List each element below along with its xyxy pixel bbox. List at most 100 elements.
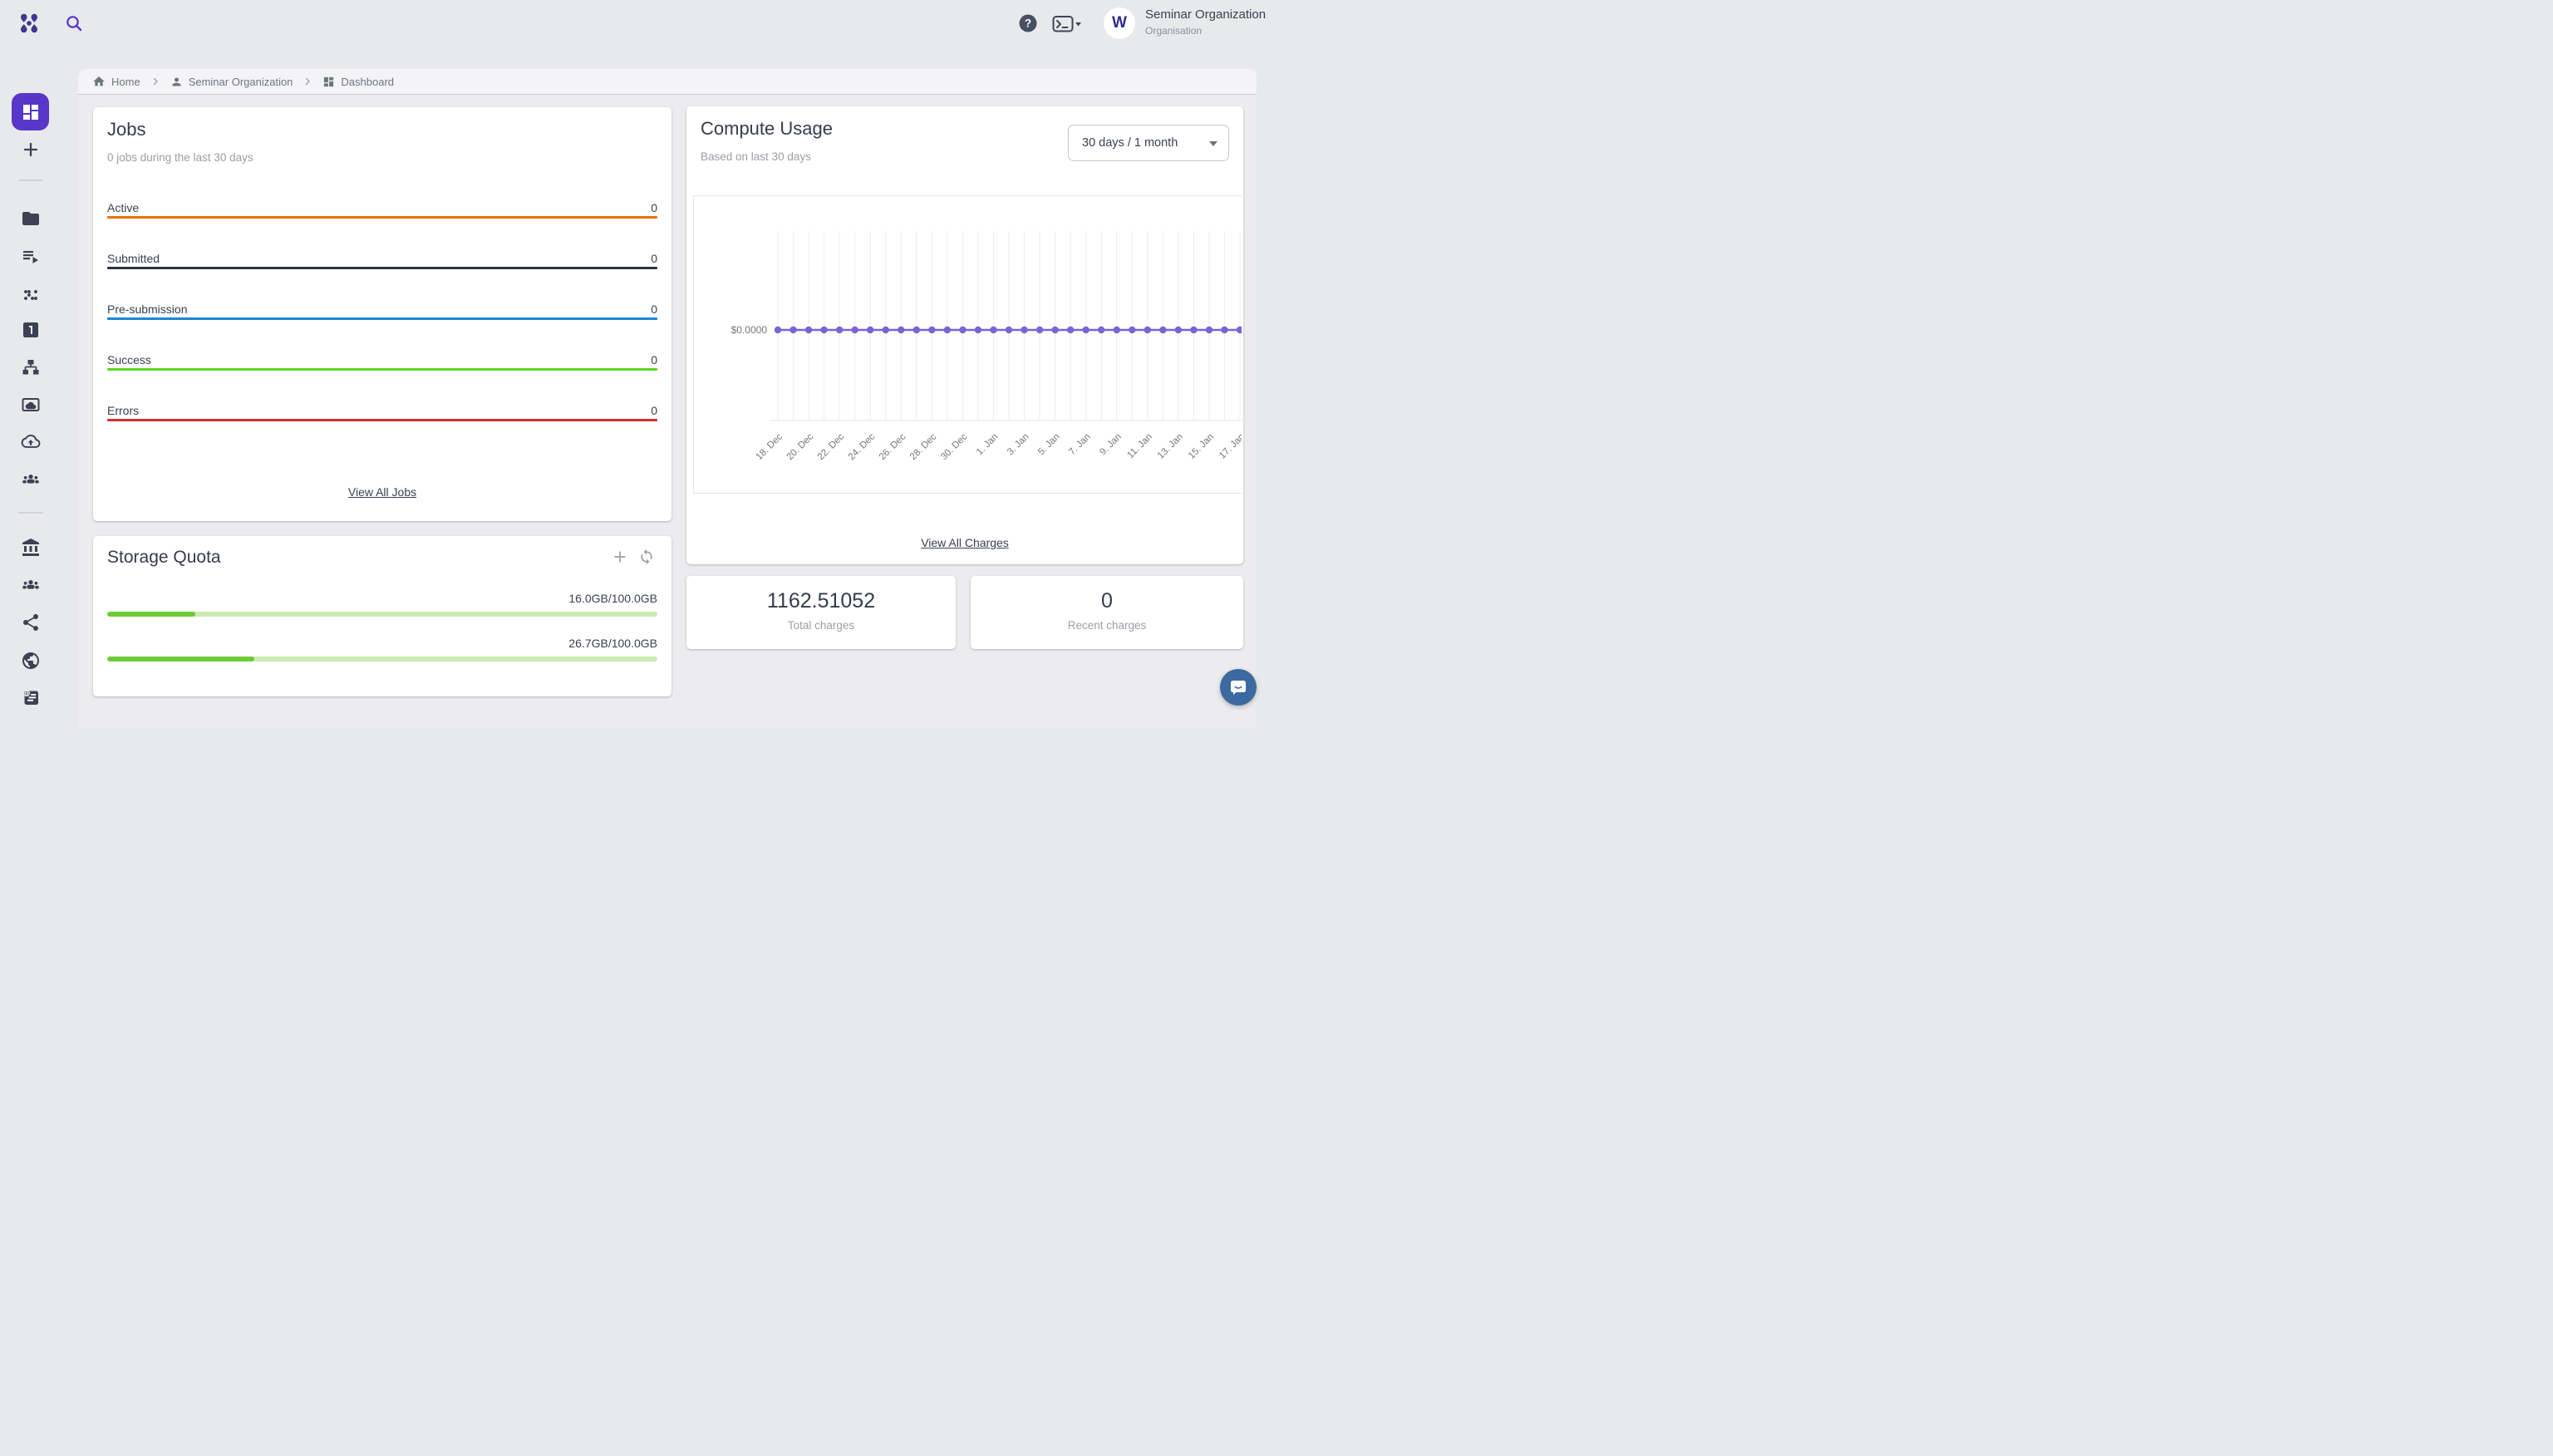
grain-icon — [24, 290, 37, 300]
chevron-right-icon — [303, 76, 312, 86]
recent-charges-value: 0 — [971, 589, 1243, 613]
compute-usage-card: Compute Usage Based on last 30 days 30 d… — [686, 106, 1243, 564]
site-news-icon — [24, 691, 38, 705]
sidebar-item-grain[interactable] — [21, 283, 41, 303]
sidebar-item-members[interactable] — [21, 575, 41, 595]
job-status-bar — [107, 317, 657, 320]
breadcrumb-home[interactable]: Home — [92, 75, 140, 88]
range-selector-dropdown[interactable]: 30 days / 1 month — [1068, 125, 1229, 161]
breadcrumb: Home Seminar Organization Dashboard — [78, 69, 1257, 95]
quota-progress-bar — [107, 612, 657, 617]
avatar[interactable]: W — [1104, 7, 1135, 39]
breadcrumb-dashboard[interactable]: Dashboard — [322, 76, 394, 88]
plus-icon — [25, 144, 37, 155]
chat-icon — [1228, 677, 1248, 697]
help-icon[interactable]: ? — [1018, 13, 1038, 33]
compute-title: Compute Usage — [701, 118, 833, 140]
cloud-upload-icon — [22, 435, 40, 447]
sidebar-item-institution[interactable] — [21, 538, 41, 558]
people-icon — [22, 475, 39, 484]
storage-quota-card: Storage Quota 16.0GB/100.0GB 26.7GB/100.… — [93, 536, 671, 696]
job-label: Errors — [107, 404, 139, 417]
svg-text:3. Jan: 3. Jan — [1006, 432, 1031, 458]
svg-text:24. Dec: 24. Dec — [847, 431, 878, 462]
svg-text:15. Jan: 15. Jan — [1187, 432, 1216, 461]
recent-charges-label: Recent charges — [971, 619, 1243, 632]
sidebar-item-folder[interactable] — [21, 209, 41, 229]
jobs-subtitle: 0 jobs during the last 30 days — [107, 151, 253, 164]
breadcrumb-organization[interactable]: Seminar Organization — [170, 76, 293, 88]
job-status-bar — [107, 216, 657, 219]
total-charges-card: 1162.51052 Total charges — [686, 576, 956, 649]
chevron-down-icon — [1075, 22, 1081, 27]
chat-launcher-button[interactable] — [1220, 669, 1257, 706]
refresh-icon[interactable] — [638, 548, 655, 565]
breadcrumb-label: Seminar Organization — [189, 76, 293, 88]
sidebar-item-dashboard[interactable] — [12, 93, 49, 130]
total-charges-label: Total charges — [686, 619, 956, 632]
compute-subtitle: Based on last 30 days — [701, 150, 811, 163]
job-label: Submitted — [107, 252, 160, 265]
job-value: 0 — [651, 353, 657, 366]
sidebar-item-media[interactable] — [21, 395, 41, 415]
bank-icon — [22, 539, 39, 556]
media-frame-icon — [23, 399, 39, 411]
range-selector-value: 30 days / 1 month — [1082, 136, 1178, 150]
storage-title: Storage Quota — [107, 548, 221, 568]
job-row-active: Active 0 — [107, 201, 657, 219]
org-type-label: Organisation — [1145, 25, 1266, 37]
svg-text:1. Jan: 1. Jan — [975, 432, 1001, 458]
breadcrumb-label: Home — [111, 76, 140, 88]
add-quota-icon[interactable] — [612, 548, 628, 565]
svg-text:26. Dec: 26. Dec — [878, 431, 908, 462]
jobs-title: Jobs — [107, 119, 145, 140]
search-icon[interactable] — [64, 13, 84, 33]
view-all-charges-link[interactable]: View All Charges — [686, 536, 1243, 549]
sidebar-item-job-list[interactable] — [21, 246, 41, 266]
svg-text:20. Dec: 20. Dec — [785, 431, 816, 462]
svg-text:13. Jan: 13. Jan — [1156, 432, 1185, 461]
view-all-jobs-link[interactable]: View All Jobs — [93, 485, 671, 499]
sidebar-item-globe[interactable] — [21, 651, 41, 671]
sidebar-item-looks-one[interactable] — [21, 320, 41, 340]
sidebar-divider — [18, 512, 43, 514]
svg-text:9. Jan: 9. Jan — [1098, 432, 1124, 458]
sidebar-item-share[interactable] — [21, 612, 41, 632]
svg-text:28. Dec: 28. Dec — [908, 431, 939, 462]
sidebar-item-add[interactable] — [21, 140, 41, 160]
job-row-errors: Errors 0 — [107, 404, 657, 421]
members-icon — [22, 580, 39, 589]
dashboard-icon — [21, 102, 41, 122]
sidebar-item-people[interactable] — [21, 470, 41, 489]
terminal-icon[interactable] — [1052, 14, 1082, 34]
chevron-right-icon — [150, 76, 160, 86]
sidebar-item-site-news[interactable] — [21, 687, 41, 707]
quota-label: 16.0GB/100.0GB — [568, 592, 657, 605]
svg-text:18. Dec: 18. Dec — [755, 431, 785, 462]
jobs-card: Jobs 0 jobs during the last 30 days Acti… — [93, 107, 671, 521]
svg-text:17. Jan: 17. Jan — [1217, 432, 1242, 461]
svg-text:?: ? — [1025, 17, 1031, 30]
svg-text:$0.0000: $0.0000 — [731, 324, 768, 336]
job-value: 0 — [651, 252, 657, 265]
svg-text:7. Jan: 7. Jan — [1067, 432, 1093, 458]
recent-charges-card: 0 Recent charges — [971, 576, 1243, 649]
job-status-bar — [107, 267, 657, 269]
svg-text:30. Dec: 30. Dec — [939, 431, 970, 462]
job-value: 0 — [651, 303, 657, 316]
home-icon — [92, 75, 106, 88]
job-value: 0 — [651, 201, 657, 214]
svg-text:5. Jan: 5. Jan — [1036, 432, 1062, 458]
sidebar-item-workflow[interactable] — [21, 357, 41, 377]
job-label: Pre-submission — [107, 303, 187, 316]
sidebar-item-cloud-upload[interactable] — [21, 432, 41, 452]
playlist-play-icon — [23, 251, 38, 263]
dashboard-icon — [322, 76, 335, 88]
sidebar — [0, 47, 63, 728]
workflow-tree-icon — [23, 360, 39, 375]
compute-usage-chart: $0.000018. Dec20. Dec22. Dec24. Dec26. D… — [693, 195, 1242, 494]
chevron-down-icon — [1209, 141, 1217, 146]
job-label: Active — [107, 201, 139, 214]
app-logo-icon[interactable] — [17, 11, 42, 36]
quota-label: 26.7GB/100.0GB — [568, 637, 657, 650]
